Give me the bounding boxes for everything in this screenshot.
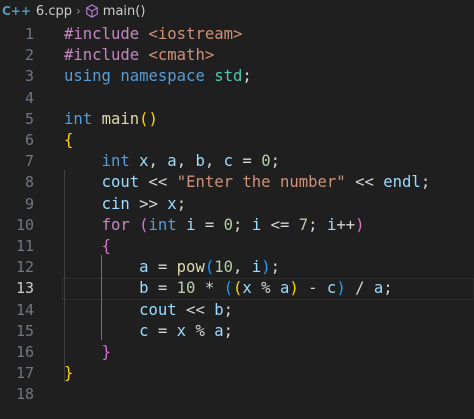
line-number: 8 <box>24 173 34 192</box>
line-number: 16 <box>15 343 34 361</box>
code-area[interactable]: #include <iostream> #include <cmath> using… <box>64 22 474 419</box>
line-number: 13 <box>15 279 34 298</box>
line-number: 12 <box>15 258 34 277</box>
code-line[interactable]: } <box>64 342 474 363</box>
cube-icon <box>85 4 99 18</box>
code-line[interactable]: #include <iostream> <box>64 24 474 45</box>
line-number: 7 <box>24 152 34 171</box>
line-number: 1 <box>24 25 34 43</box>
line-number: 11 <box>15 237 34 255</box>
line-number: 18 <box>15 385 34 404</box>
breadcrumb-file[interactable]: 6.cpp <box>36 4 72 19</box>
code-line[interactable]: int main() <box>64 109 474 130</box>
code-editor[interactable]: 1 2 3 4 5 6 7 8 9 10 11 12 13 14 15 16 17 18 #include <io… <box>0 22 474 419</box>
line-number: 6 <box>24 131 34 149</box>
line-number: 14 <box>15 300 34 319</box>
code-line[interactable]: c = x % a; <box>64 321 474 342</box>
code-line[interactable]: { <box>64 236 474 257</box>
line-number: 9 <box>24 194 34 213</box>
code-line[interactable]: { <box>64 130 474 151</box>
line-number: 17 <box>15 364 34 383</box>
line-number: 4 <box>24 88 34 107</box>
code-line[interactable]: cin >> x; <box>64 194 474 215</box>
code-line[interactable]: #include <cmath> <box>64 45 474 66</box>
line-number: 3 <box>24 67 34 86</box>
code-line[interactable]: cout << b; <box>64 300 474 321</box>
code-line[interactable]: for (int i = 0; i <= 7; i++) <box>64 215 474 236</box>
line-number: 2 <box>24 46 34 65</box>
line-number-gutter: 1 2 3 4 5 6 7 8 9 10 11 12 13 14 15 16 17 18 <box>0 22 52 419</box>
code-line[interactable]: a = pow(10, i); <box>64 257 474 278</box>
line-number: 5 <box>24 109 34 128</box>
code-line[interactable]: using namespace std; <box>64 66 474 87</box>
breadcrumb-symbol[interactable]: main() <box>103 4 146 19</box>
cpp-file-icon: C++ <box>2 4 31 18</box>
line-number: 15 <box>15 321 34 340</box>
line-number: 10 <box>15 215 34 234</box>
chevron-right-icon: › <box>75 4 81 18</box>
code-line[interactable]: cout << "Enter the number" << endl; <box>64 172 474 193</box>
code-line[interactable]: } <box>64 363 474 384</box>
breadcrumb: C++ 6.cpp › main() <box>0 0 474 22</box>
code-line[interactable]: b = 10 * ((x % a) - c) / a; <box>64 278 474 299</box>
code-line[interactable]: int x, a, b, c = 0; <box>64 151 474 172</box>
